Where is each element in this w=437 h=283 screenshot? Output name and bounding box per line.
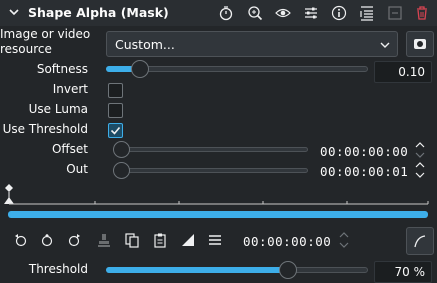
add-keyframe-icon[interactable] (39, 232, 55, 248)
collapse-chevron-icon[interactable] (8, 6, 20, 21)
previous-keyframe-icon[interactable] (12, 232, 28, 248)
threshold-label: Threshold (28, 262, 88, 276)
eye-icon[interactable] (275, 5, 291, 21)
threshold-slider-handle[interactable] (279, 261, 297, 279)
stopwatch-icon[interactable] (218, 5, 234, 21)
offset-slider[interactable] (114, 147, 308, 152)
delete-icon[interactable] (414, 5, 430, 21)
threshold-slider-fill (106, 267, 289, 273)
resource-label: Image or video resource (0, 27, 91, 56)
use-threshold-checkbox[interactable] (108, 123, 123, 138)
keyframe-timeline[interactable] (0, 180, 437, 214)
copy-icon[interactable] (124, 232, 140, 248)
out-slider[interactable] (114, 168, 308, 173)
resource-combobox[interactable]: Custom... (106, 31, 398, 57)
out-slider-handle[interactable] (113, 162, 130, 179)
info-icon[interactable] (331, 5, 347, 21)
mask-icon (414, 39, 426, 49)
invert-label: Invert (52, 82, 88, 96)
stamp-icon (96, 232, 112, 248)
next-keyframe-icon[interactable] (67, 232, 83, 248)
use-luma-checkbox[interactable] (108, 103, 123, 118)
mask-preview-button[interactable] (406, 31, 434, 57)
offset-spinner[interactable] (414, 140, 426, 160)
softness-slider-handle[interactable] (131, 60, 149, 78)
out-spinner[interactable] (414, 160, 426, 180)
menu-icon[interactable] (207, 232, 223, 248)
paste-icon[interactable] (152, 232, 168, 248)
effect-header: Shape Alpha (Mask) (0, 0, 437, 26)
chevron-down-icon (379, 39, 391, 54)
keyframe-timecode-spinner[interactable] (338, 230, 350, 250)
offset-slider-handle[interactable] (113, 141, 130, 158)
offset-label: Offset (51, 142, 88, 156)
resource-value: Custom... (115, 37, 175, 52)
effect-title: Shape Alpha (Mask) (28, 5, 169, 20)
zoom-icon[interactable] (247, 5, 263, 21)
curve-type-icon[interactable] (180, 232, 196, 248)
softness-value[interactable]: 0.10 (374, 61, 432, 83)
use-threshold-label: Use Threshold (2, 122, 88, 136)
keyframe-range-bar[interactable] (8, 211, 428, 218)
threshold-value[interactable]: 70 % (374, 261, 432, 283)
softness-label: Softness (36, 62, 88, 76)
invert-checkbox[interactable] (108, 83, 123, 98)
settings-sliders-icon[interactable] (303, 5, 319, 21)
out-label: Out (66, 162, 88, 176)
list-icon[interactable] (359, 5, 375, 21)
disabled-collapse-icon (387, 5, 403, 21)
offset-timecode[interactable]: 00:00:00:00 (320, 144, 408, 159)
keyframe-timecode[interactable]: 00:00:00:00 (243, 234, 331, 249)
curve-icon (414, 235, 426, 248)
use-luma-label: Use Luma (28, 102, 88, 116)
checkmark-icon (110, 126, 121, 135)
curve-editor-button[interactable] (406, 227, 434, 255)
out-timecode[interactable]: 00:00:00:01 (320, 164, 408, 179)
